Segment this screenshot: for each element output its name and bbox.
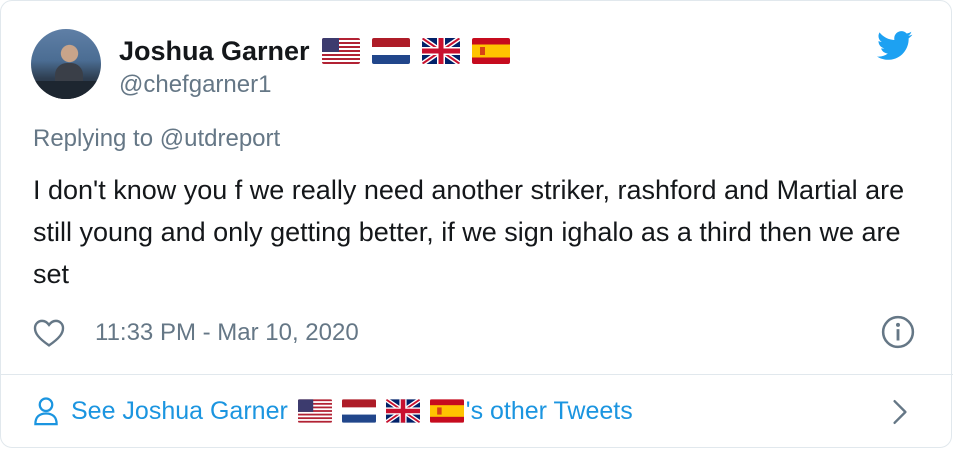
see-other-tweets-suffix[interactable]: 's other Tweets — [466, 397, 633, 426]
spain-flag-icon — [429, 399, 464, 423]
tweet-timestamp[interactable]: 11:33 PM - Mar 10, 2020 — [95, 319, 359, 347]
author-handle[interactable]: @chefgarner1 — [119, 71, 271, 99]
avatar-background — [31, 81, 101, 99]
reply-mention-link[interactable]: @utdreport — [160, 125, 280, 152]
spain-flag-icon — [471, 38, 510, 64]
author-name-row[interactable]: Joshua Garner — [119, 31, 522, 71]
replying-to: Replying to @utdreport — [33, 125, 280, 153]
see-other-tweets-link[interactable]: See Joshua Garner 's other Tweets — [33, 391, 633, 431]
twitter-bird-icon[interactable] — [877, 31, 913, 61]
see-other-tweets-label[interactable]: See Joshua Garner — [71, 397, 288, 426]
heart-icon[interactable] — [33, 318, 65, 348]
uk-flag-icon — [385, 399, 420, 423]
chevron-right-icon[interactable] — [889, 399, 911, 425]
replying-to-label: Replying to — [33, 125, 160, 152]
avatar[interactable] — [31, 29, 101, 99]
tweet-card[interactable]: Joshua Garner @chefgarner1 Replying to @… — [0, 0, 953, 448]
person-icon — [34, 397, 58, 426]
netherlands-flag-icon — [341, 399, 376, 423]
author-name[interactable]: Joshua Garner — [119, 36, 310, 67]
tweet-text: I don't know you f we really need anothe… — [33, 175, 905, 289]
netherlands-flag-icon — [371, 38, 410, 64]
info-icon[interactable] — [881, 315, 915, 349]
divider — [1, 374, 953, 375]
tweet-meta: 11:33 PM - Mar 10, 2020 — [33, 315, 359, 351]
uk-flag-icon — [421, 38, 460, 64]
us-flag-icon — [321, 38, 360, 64]
us-flag-icon — [297, 399, 332, 423]
